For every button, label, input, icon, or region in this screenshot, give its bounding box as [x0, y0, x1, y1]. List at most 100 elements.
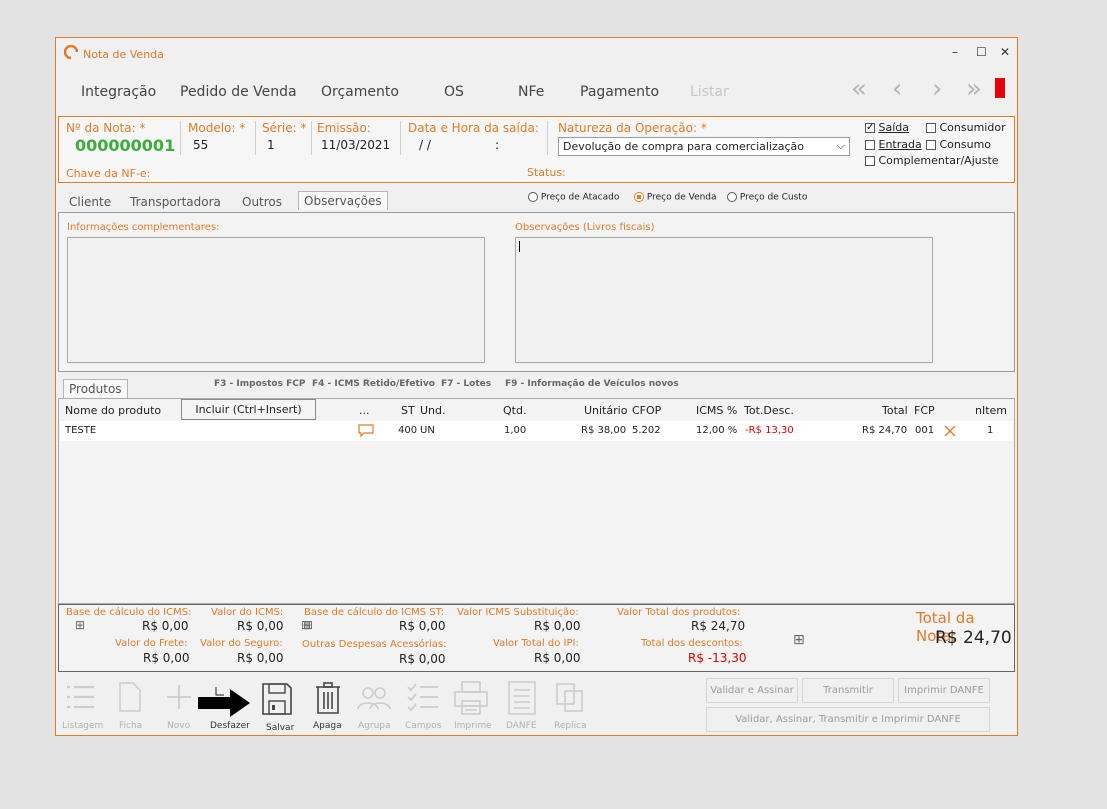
fkey-impostos-fcp[interactable]: F3 - Impostos FCP [214, 379, 305, 389]
menu-integracao[interactable]: Integração [81, 84, 156, 100]
preco-custo-radio[interactable]: Preço de Custo [727, 192, 807, 203]
preco-venda-label: Preço de Venda [646, 192, 717, 203]
checkbox-icon [926, 140, 936, 150]
preco-atacado-radio[interactable]: Preço de Atacado [528, 192, 619, 203]
separator [311, 121, 312, 155]
cell-und: UN [420, 425, 435, 436]
col-totdesc[interactable]: Tot.Desc. [744, 404, 794, 417]
total-nota-value: R$ 24,70 [935, 628, 1012, 648]
first-record-icon[interactable]: « [851, 74, 867, 104]
col-st[interactable]: ST [401, 404, 415, 417]
menu-os[interactable]: OS [444, 84, 464, 100]
hierarchy-icon[interactable]: ⊞ [793, 632, 805, 648]
chave-label: Chave da NF-e: [66, 167, 151, 180]
modelo-field[interactable]: 55 [193, 138, 208, 152]
col-cfop[interactable]: CFOP [632, 404, 661, 417]
checklist-icon[interactable] [407, 683, 439, 713]
delete-row-icon[interactable] [944, 425, 956, 437]
outras-label: Outras Despesas Acessórias: [302, 639, 447, 650]
last-record-icon[interactable]: » [966, 74, 982, 104]
fkey-icms-retido[interactable]: F4 - ICMS Retido/Efetivo [312, 379, 435, 389]
apaga-label: Apaga [313, 721, 342, 731]
menu-nfe[interactable]: NFe [518, 84, 544, 100]
total-prod-value: R$ 24,70 [691, 619, 746, 633]
validar-assinar-button[interactable]: Validar e Assinar [706, 678, 798, 703]
saida-checkbox[interactable]: Saída [865, 121, 909, 134]
emissao-field[interactable]: 11/03/2021 [321, 138, 390, 152]
table-row[interactable]: TESTE 400 UN 1,00 R$ 38,00 5.202 12,00 %… [60, 421, 1013, 441]
preco-venda-radio[interactable]: Preço de Venda [634, 192, 717, 203]
status-label: Status: [527, 166, 566, 179]
tab-cliente[interactable]: Cliente [69, 195, 111, 209]
save-icon[interactable] [261, 682, 293, 716]
col-dots[interactable]: ... [359, 404, 370, 417]
window-title: Nota de Venda [83, 48, 164, 61]
document-icon[interactable] [508, 681, 536, 715]
col-qtd[interactable]: Qtd. [503, 404, 526, 417]
plus-icon[interactable] [165, 683, 193, 711]
hora-saida-field[interactable]: : [495, 138, 499, 152]
col-und[interactable]: Und. [420, 404, 446, 417]
checkbox-icon [865, 156, 875, 166]
validar-assinar-transmitir-imprimir-button[interactable]: Validar, Assinar, Transmitir e Imprimir … [706, 707, 990, 732]
fkey-lotes[interactable]: F7 - Lotes [441, 379, 491, 389]
maximize-icon[interactable]: ☐ [976, 45, 987, 59]
previous-record-icon[interactable]: ‹ [892, 74, 902, 104]
list-icon[interactable] [65, 683, 95, 711]
desfazer-label: Desfazer [210, 721, 250, 731]
serie-field[interactable]: 1 [267, 138, 275, 152]
complementar-label: Complementar/Ajuste [878, 154, 999, 167]
natureza-value: Devolução de compra para comercialização [563, 140, 805, 153]
fkey-veiculos[interactable]: F9 - Informação de Veículos novos [505, 379, 679, 389]
tab-transportadora[interactable]: Transportadora [130, 195, 221, 209]
info-complementares-textarea[interactable] [67, 237, 485, 363]
col-nitem[interactable]: nItem [975, 404, 1007, 417]
menu-orcamento[interactable]: Orçamento [321, 84, 399, 100]
menu-pedido-de-venda[interactable]: Pedido de Venda [180, 84, 297, 100]
col-nome[interactable]: Nome do produto [65, 404, 161, 417]
undo-arrow-icon[interactable] [196, 683, 258, 723]
incluir-button[interactable]: Incluir (Ctrl+Insert) [181, 399, 316, 420]
data-saida-field[interactable]: / / [419, 138, 431, 152]
copy-icon[interactable] [556, 683, 584, 713]
natureza-select[interactable]: Devolução de compra para comercialização… [558, 137, 850, 156]
next-record-icon[interactable]: › [932, 74, 942, 104]
base-icms-label: Base de cálculo do ICMS: [66, 607, 192, 618]
saida-label: Saída [878, 121, 910, 134]
complementar-checkbox[interactable]: Complementar/Ajuste [865, 154, 999, 167]
separator [180, 121, 181, 155]
frete-value: R$ 0,00 [143, 651, 190, 665]
nota-header-panel: Nº da Nota: * 000000001 Modelo: * 55 Sér… [58, 116, 1015, 183]
nota-de-venda-window: Nota de Venda – ☐ ✕ Integração Pedido de… [55, 37, 1018, 736]
separator [400, 121, 401, 155]
col-icms[interactable]: ICMS % [696, 404, 737, 417]
col-unitario[interactable]: Unitário [584, 404, 627, 417]
consumo-checkbox[interactable]: Consumo [926, 138, 991, 151]
minimize-icon[interactable]: – [952, 45, 958, 59]
col-fcp[interactable]: FCP [914, 404, 935, 417]
file-icon[interactable] [118, 681, 142, 713]
hierarchy-icon[interactable]: ⊞ [303, 618, 313, 632]
tab-produtos[interactable]: Produtos [63, 379, 128, 398]
modelo-label: Modelo: * [188, 121, 246, 135]
comment-icon[interactable] [358, 424, 374, 438]
col-total[interactable]: Total [882, 404, 908, 417]
menu-pagamento[interactable]: Pagamento [580, 84, 659, 100]
tab-observacoes[interactable]: Observações [298, 191, 388, 210]
printer-icon[interactable] [454, 681, 488, 715]
group-icon[interactable] [357, 686, 391, 710]
observacoes-fiscais-textarea[interactable] [515, 237, 933, 363]
transmitir-button[interactable]: Transmitir [802, 678, 894, 703]
natureza-label: Natureza da Operação: * [558, 121, 707, 135]
trash-icon[interactable] [315, 682, 341, 714]
consumidor-checkbox[interactable]: Consumidor [926, 121, 1006, 134]
campos-label: Campos [405, 721, 442, 731]
imprimir-danfe-button[interactable]: Imprimir DANFE [898, 678, 990, 703]
tab-outros[interactable]: Outros [242, 195, 282, 209]
cell-icms: 12,00 % [696, 425, 738, 436]
radio-selected-icon [634, 192, 644, 202]
frete-label: Valor do Frete: [115, 638, 188, 649]
close-icon[interactable]: ✕ [1000, 45, 1010, 59]
hierarchy-icon[interactable]: ⊞ [75, 618, 85, 632]
entrada-checkbox[interactable]: Entrada [865, 138, 922, 151]
